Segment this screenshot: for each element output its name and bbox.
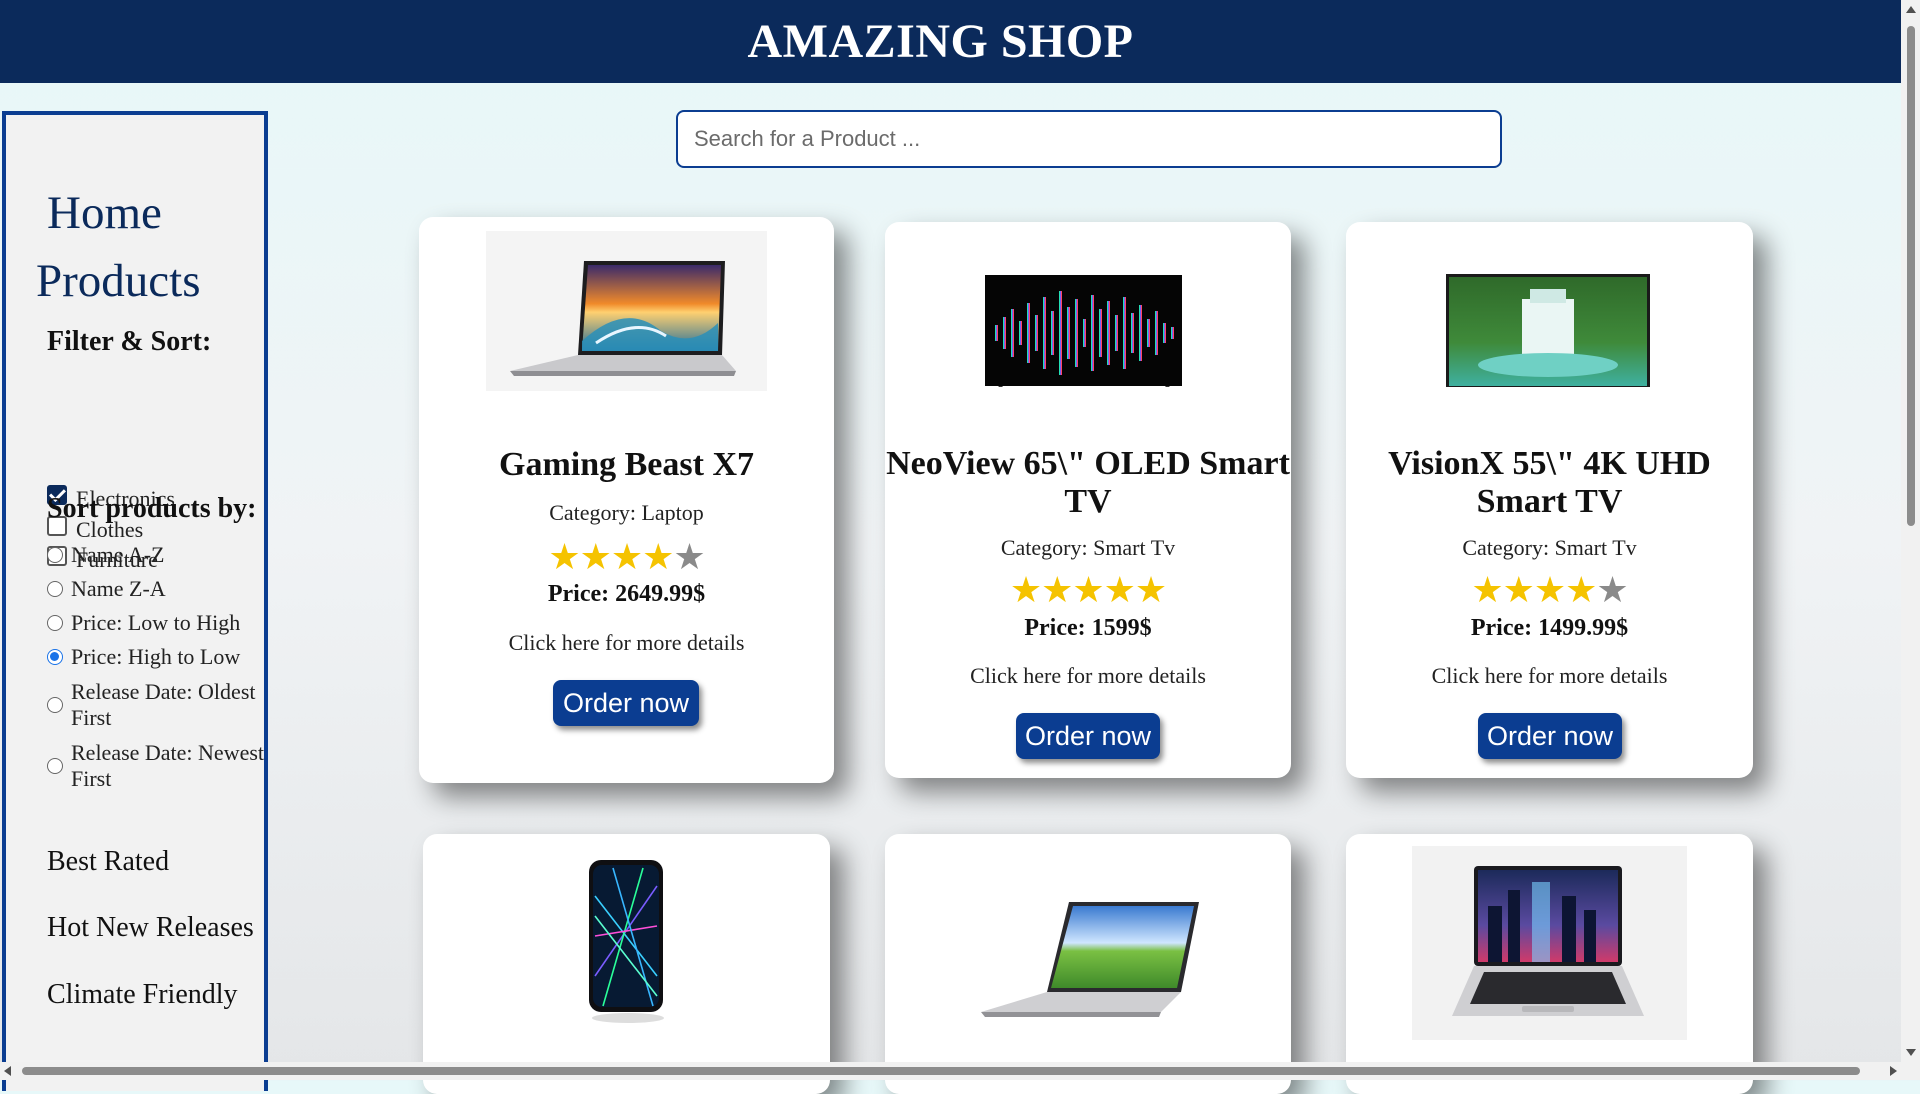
radio-price-high-low[interactable] [47, 649, 63, 665]
vertical-scroll-thumb[interactable] [1907, 26, 1915, 526]
radio-release-newest[interactable] [47, 758, 63, 774]
product-category: Category: Smart Tv [1000, 535, 1176, 560]
nav-home-link[interactable]: Home [47, 186, 162, 240]
product-category: Category: Laptop [549, 500, 704, 525]
product-image[interactable] [543, 856, 713, 1026]
sort-label: Release Date: Oldest First [71, 679, 256, 730]
product-name[interactable]: Gaming Beast X7 [419, 446, 834, 484]
hot-new-releases-link[interactable]: Hot New Releases [47, 912, 254, 944]
horizontal-scroll-thumb[interactable] [22, 1067, 1860, 1075]
scroll-up-icon[interactable] [1906, 6, 1916, 13]
product-image[interactable] [951, 237, 1226, 395]
product-card [423, 834, 830, 1094]
filter-title: Filter & Sort: [47, 326, 212, 357]
sort-name-az[interactable]: Name A-Z [47, 542, 272, 568]
product-name[interactable]: VisionX 55\" 4K UHD Smart TV [1346, 445, 1753, 521]
search-input[interactable] [676, 110, 1502, 168]
star-icon: ★ [1596, 570, 1628, 610]
product-price: Price: 2649.99$ [547, 581, 706, 607]
product-price: Price: 1599$ [1024, 615, 1152, 641]
star-icon: ★★★★ [548, 537, 674, 577]
order-now-button[interactable]: Order now [553, 680, 699, 726]
product-image[interactable] [1412, 846, 1687, 1040]
sort-price-high-low[interactable]: Price: High to Low [47, 644, 272, 670]
details-link[interactable]: Click here for more details [419, 630, 834, 656]
product-price: Price: 1499.99$ [1470, 615, 1629, 641]
rating-stars: ★★★★★ [885, 572, 1291, 608]
product-card: NeoView 65\" OLED Smart TV Category: Sma… [885, 222, 1291, 778]
order-now-button[interactable]: Order now [1016, 713, 1160, 759]
radio-release-oldest[interactable] [47, 697, 63, 713]
sort-label: Price: High to Low [71, 644, 241, 669]
product-name[interactable]: NeoView 65\" OLED Smart TV [885, 445, 1291, 521]
sort-label: Name A-Z [71, 542, 165, 567]
product-image[interactable] [1414, 237, 1688, 397]
sort-label: Name Z-A [71, 576, 166, 601]
sort-label: Release Date: Newest First [71, 740, 265, 791]
sort-release-newest[interactable]: Release Date: Newest First [47, 740, 272, 792]
sort-release-oldest[interactable]: Release Date: Oldest First [47, 679, 272, 731]
product-card: VisionX 55\" 4K UHD Smart TV Category: S… [1346, 222, 1753, 778]
site-title: AMAZING SHOP [747, 15, 1134, 68]
site-header: AMAZING SHOP [0, 0, 1901, 83]
star-icon: ★★★★★ [1009, 570, 1167, 610]
order-now-button[interactable]: Order now [1478, 713, 1622, 759]
product-card [1346, 834, 1753, 1094]
scroll-left-icon[interactable] [4, 1066, 11, 1076]
scroll-right-icon[interactable] [1890, 1066, 1897, 1076]
sort-price-low-high[interactable]: Price: Low to High [47, 610, 272, 636]
rating-stars: ★★★★★ [1346, 572, 1753, 608]
product-category: Category: Smart Tv [1462, 535, 1637, 560]
product-image[interactable] [486, 231, 767, 391]
radio-price-low-high[interactable] [47, 615, 63, 631]
star-icon: ★★★★ [1471, 570, 1597, 610]
nav-products-link[interactable]: Products [36, 254, 201, 308]
product-image[interactable] [951, 852, 1226, 1052]
best-rated-link[interactable]: Best Rated [47, 846, 169, 878]
star-icon: ★ [673, 537, 705, 577]
sort-label: Price: Low to High [71, 610, 241, 635]
rating-stars: ★★★★★ [419, 539, 834, 575]
horizontal-scrollbar[interactable] [0, 1062, 1920, 1080]
sidebar: Home Products Filter & Sort: Electronics… [2, 111, 268, 1091]
scroll-down-icon[interactable] [1906, 1049, 1916, 1056]
radio-name-za[interactable] [47, 581, 63, 597]
sort-title: Sort products by: [47, 493, 257, 524]
radio-name-az[interactable] [47, 547, 63, 563]
vertical-scrollbar[interactable] [1901, 0, 1920, 1062]
product-card [885, 834, 1291, 1094]
details-link[interactable]: Click here for more details [1346, 663, 1753, 689]
details-link[interactable]: Click here for more details [885, 663, 1291, 689]
climate-friendly-link[interactable]: Climate Friendly [47, 979, 238, 1011]
sort-name-za[interactable]: Name Z-A [47, 576, 272, 602]
product-card: Gaming Beast X7 Category: Laptop ★★★★★ P… [419, 217, 834, 783]
